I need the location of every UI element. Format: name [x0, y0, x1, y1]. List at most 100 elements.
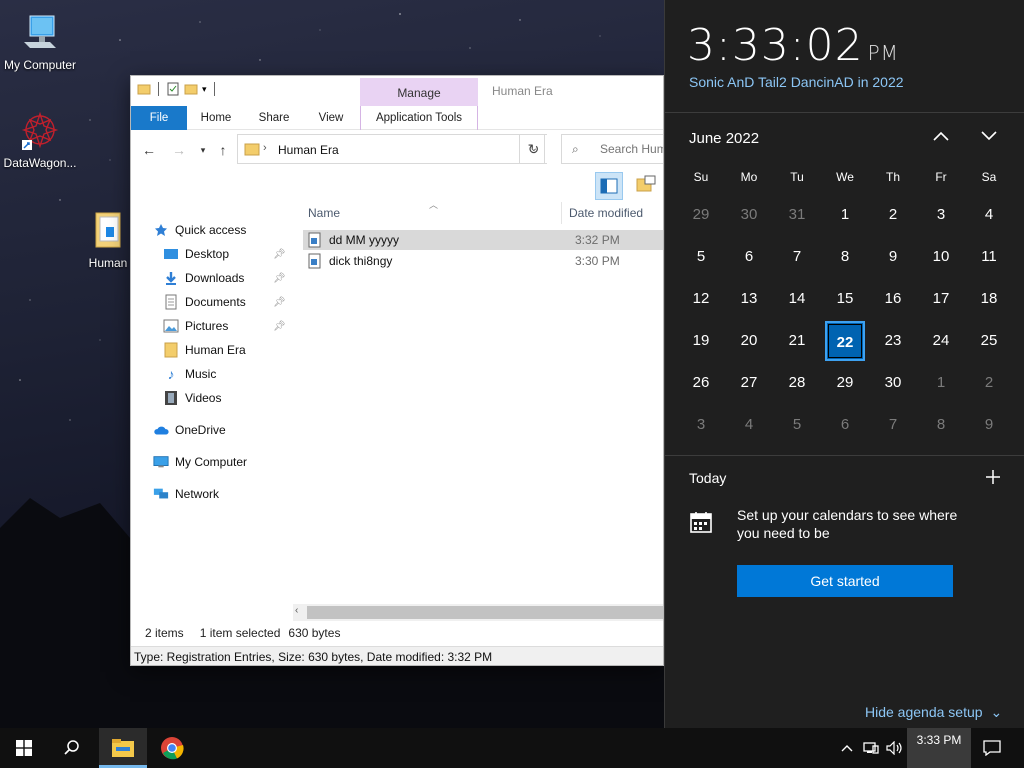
- taskbar-file-explorer[interactable]: [99, 728, 147, 768]
- title-bar[interactable]: ▾ Manage Human Era: [131, 76, 663, 108]
- nav-music[interactable]: ♪ Music: [163, 363, 217, 385]
- calendar-day[interactable]: 5: [777, 405, 817, 445]
- next-month-button[interactable]: [977, 126, 1001, 150]
- calendar-day[interactable]: 12: [681, 279, 721, 319]
- desktop-icon-datawagon[interactable]: DataWagon...: [0, 106, 80, 170]
- calendar-day[interactable]: 8: [921, 405, 961, 445]
- calendar-day[interactable]: 28: [777, 363, 817, 403]
- calendar-day[interactable]: 16: [873, 279, 913, 319]
- new-folder-icon[interactable]: [184, 82, 198, 96]
- calendar-day[interactable]: 17: [921, 279, 961, 319]
- details-pane-toggle[interactable]: [595, 172, 623, 200]
- search-box[interactable]: ⌕: [561, 134, 663, 164]
- file-explorer-window[interactable]: ▾ Manage Human Era File Home Share View …: [130, 75, 664, 666]
- calendar-day[interactable]: 4: [729, 405, 769, 445]
- calendar-day[interactable]: 31: [777, 195, 817, 235]
- calendar-day[interactable]: 15: [825, 279, 865, 319]
- calendar-day[interactable]: 13: [729, 279, 769, 319]
- forward-button[interactable]: →: [169, 140, 189, 160]
- calendar-day-today[interactable]: 22: [825, 321, 865, 361]
- add-event-button[interactable]: [981, 466, 1005, 490]
- pin-icon[interactable]: 📌︎: [273, 273, 286, 284]
- calendar-day[interactable]: 30: [729, 195, 769, 235]
- pin-icon[interactable]: 📌︎: [273, 321, 286, 332]
- start-button[interactable]: [0, 728, 48, 768]
- calendar-day[interactable]: 26: [681, 363, 721, 403]
- calendar-day[interactable]: 3: [681, 405, 721, 445]
- tab-manage[interactable]: Manage: [360, 78, 478, 108]
- calendar-day[interactable]: 21: [777, 321, 817, 361]
- calendar-day[interactable]: 25: [969, 321, 1009, 361]
- tab-file[interactable]: File: [131, 106, 187, 130]
- properties-icon[interactable]: [166, 82, 180, 96]
- calendar-day[interactable]: 2: [969, 363, 1009, 403]
- calendar-day[interactable]: 29: [825, 363, 865, 403]
- nav-my-computer[interactable]: My Computer: [153, 451, 247, 473]
- calendar-day[interactable]: 8: [825, 237, 865, 277]
- calendar-day[interactable]: 4: [969, 195, 1009, 235]
- nav-desktop[interactable]: Desktop: [163, 243, 229, 265]
- up-button[interactable]: ↑: [213, 140, 233, 160]
- refresh-button[interactable]: ↻: [519, 134, 547, 164]
- taskbar-clock[interactable]: 3:33 PM: [907, 728, 971, 768]
- recent-locations-button[interactable]: ▾: [193, 140, 213, 160]
- nav-quick-access[interactable]: Quick access: [153, 219, 246, 241]
- search-button[interactable]: [48, 728, 96, 768]
- show-hidden-icons-button[interactable]: [838, 728, 856, 768]
- month-label[interactable]: June 2022: [689, 130, 759, 147]
- calendar-day[interactable]: 27: [729, 363, 769, 403]
- file-row[interactable]: dick thi8ngy 3:30 PM: [303, 251, 663, 271]
- calendar-day[interactable]: 1: [921, 363, 961, 403]
- nav-videos[interactable]: Videos: [163, 387, 221, 409]
- previous-month-button[interactable]: [929, 126, 953, 150]
- file-row[interactable]: dd MM yyyyy 3:32 PM: [303, 230, 663, 250]
- calendar-day[interactable]: 7: [873, 405, 913, 445]
- calendar-day[interactable]: 23: [873, 321, 913, 361]
- calendar-day[interactable]: 6: [729, 237, 769, 277]
- calendar-day[interactable]: 19: [681, 321, 721, 361]
- back-button[interactable]: ←: [139, 140, 159, 160]
- pin-icon[interactable]: 📌︎: [273, 297, 286, 308]
- calendar-day[interactable]: 11: [969, 237, 1009, 277]
- calendar-day[interactable]: 2: [873, 195, 913, 235]
- nav-network[interactable]: Network: [153, 483, 219, 505]
- calendar-day[interactable]: 5: [681, 237, 721, 277]
- calendar-day[interactable]: 24: [921, 321, 961, 361]
- column-header-name[interactable]: Name: [308, 206, 340, 220]
- calendar-day[interactable]: 10: [921, 237, 961, 277]
- calendar-day[interactable]: 29: [681, 195, 721, 235]
- column-divider[interactable]: [561, 202, 562, 224]
- pin-icon[interactable]: 📌︎: [273, 249, 286, 260]
- column-header-date[interactable]: Date modified: [569, 206, 643, 220]
- tab-home[interactable]: Home: [195, 106, 237, 130]
- calendar-day[interactable]: 9: [969, 405, 1009, 445]
- calendar-day[interactable]: 9: [873, 237, 913, 277]
- calendar-day[interactable]: 1: [825, 195, 865, 235]
- customize-toolbar-icon[interactable]: ▾: [202, 84, 207, 95]
- address-bar[interactable]: › Human Era ⌄: [237, 134, 545, 164]
- search-input[interactable]: [600, 142, 663, 156]
- nav-documents[interactable]: Documents: [163, 291, 246, 313]
- network-tray-button[interactable]: [860, 728, 882, 768]
- calendar-day[interactable]: 30: [873, 363, 913, 403]
- scroll-left-icon[interactable]: ‹: [295, 605, 298, 616]
- date-link[interactable]: Sonic AnD Tail2 DancinAD in 2022: [689, 74, 904, 90]
- calendar-day[interactable]: 6: [825, 405, 865, 445]
- volume-tray-button[interactable]: [884, 728, 906, 768]
- get-started-button[interactable]: Get started: [737, 565, 953, 597]
- tab-share[interactable]: Share: [253, 106, 295, 130]
- action-center-button[interactable]: [972, 728, 1012, 768]
- scrollbar-thumb[interactable]: [307, 606, 663, 619]
- calendar-day[interactable]: 7: [777, 237, 817, 277]
- calendar-day[interactable]: 14: [777, 279, 817, 319]
- calendar-day[interactable]: 3: [921, 195, 961, 235]
- nav-human-era[interactable]: Human Era: [163, 339, 246, 361]
- calendar-day[interactable]: 20: [729, 321, 769, 361]
- nav-onedrive[interactable]: OneDrive: [153, 419, 226, 441]
- large-icons-toggle[interactable]: [633, 172, 661, 200]
- nav-downloads[interactable]: Downloads: [163, 267, 244, 289]
- horizontal-scrollbar[interactable]: ‹: [293, 604, 663, 621]
- desktop-icon-my-computer[interactable]: My Computer: [0, 8, 80, 72]
- calendar-day[interactable]: 18: [969, 279, 1009, 319]
- nav-pictures[interactable]: Pictures: [163, 315, 228, 337]
